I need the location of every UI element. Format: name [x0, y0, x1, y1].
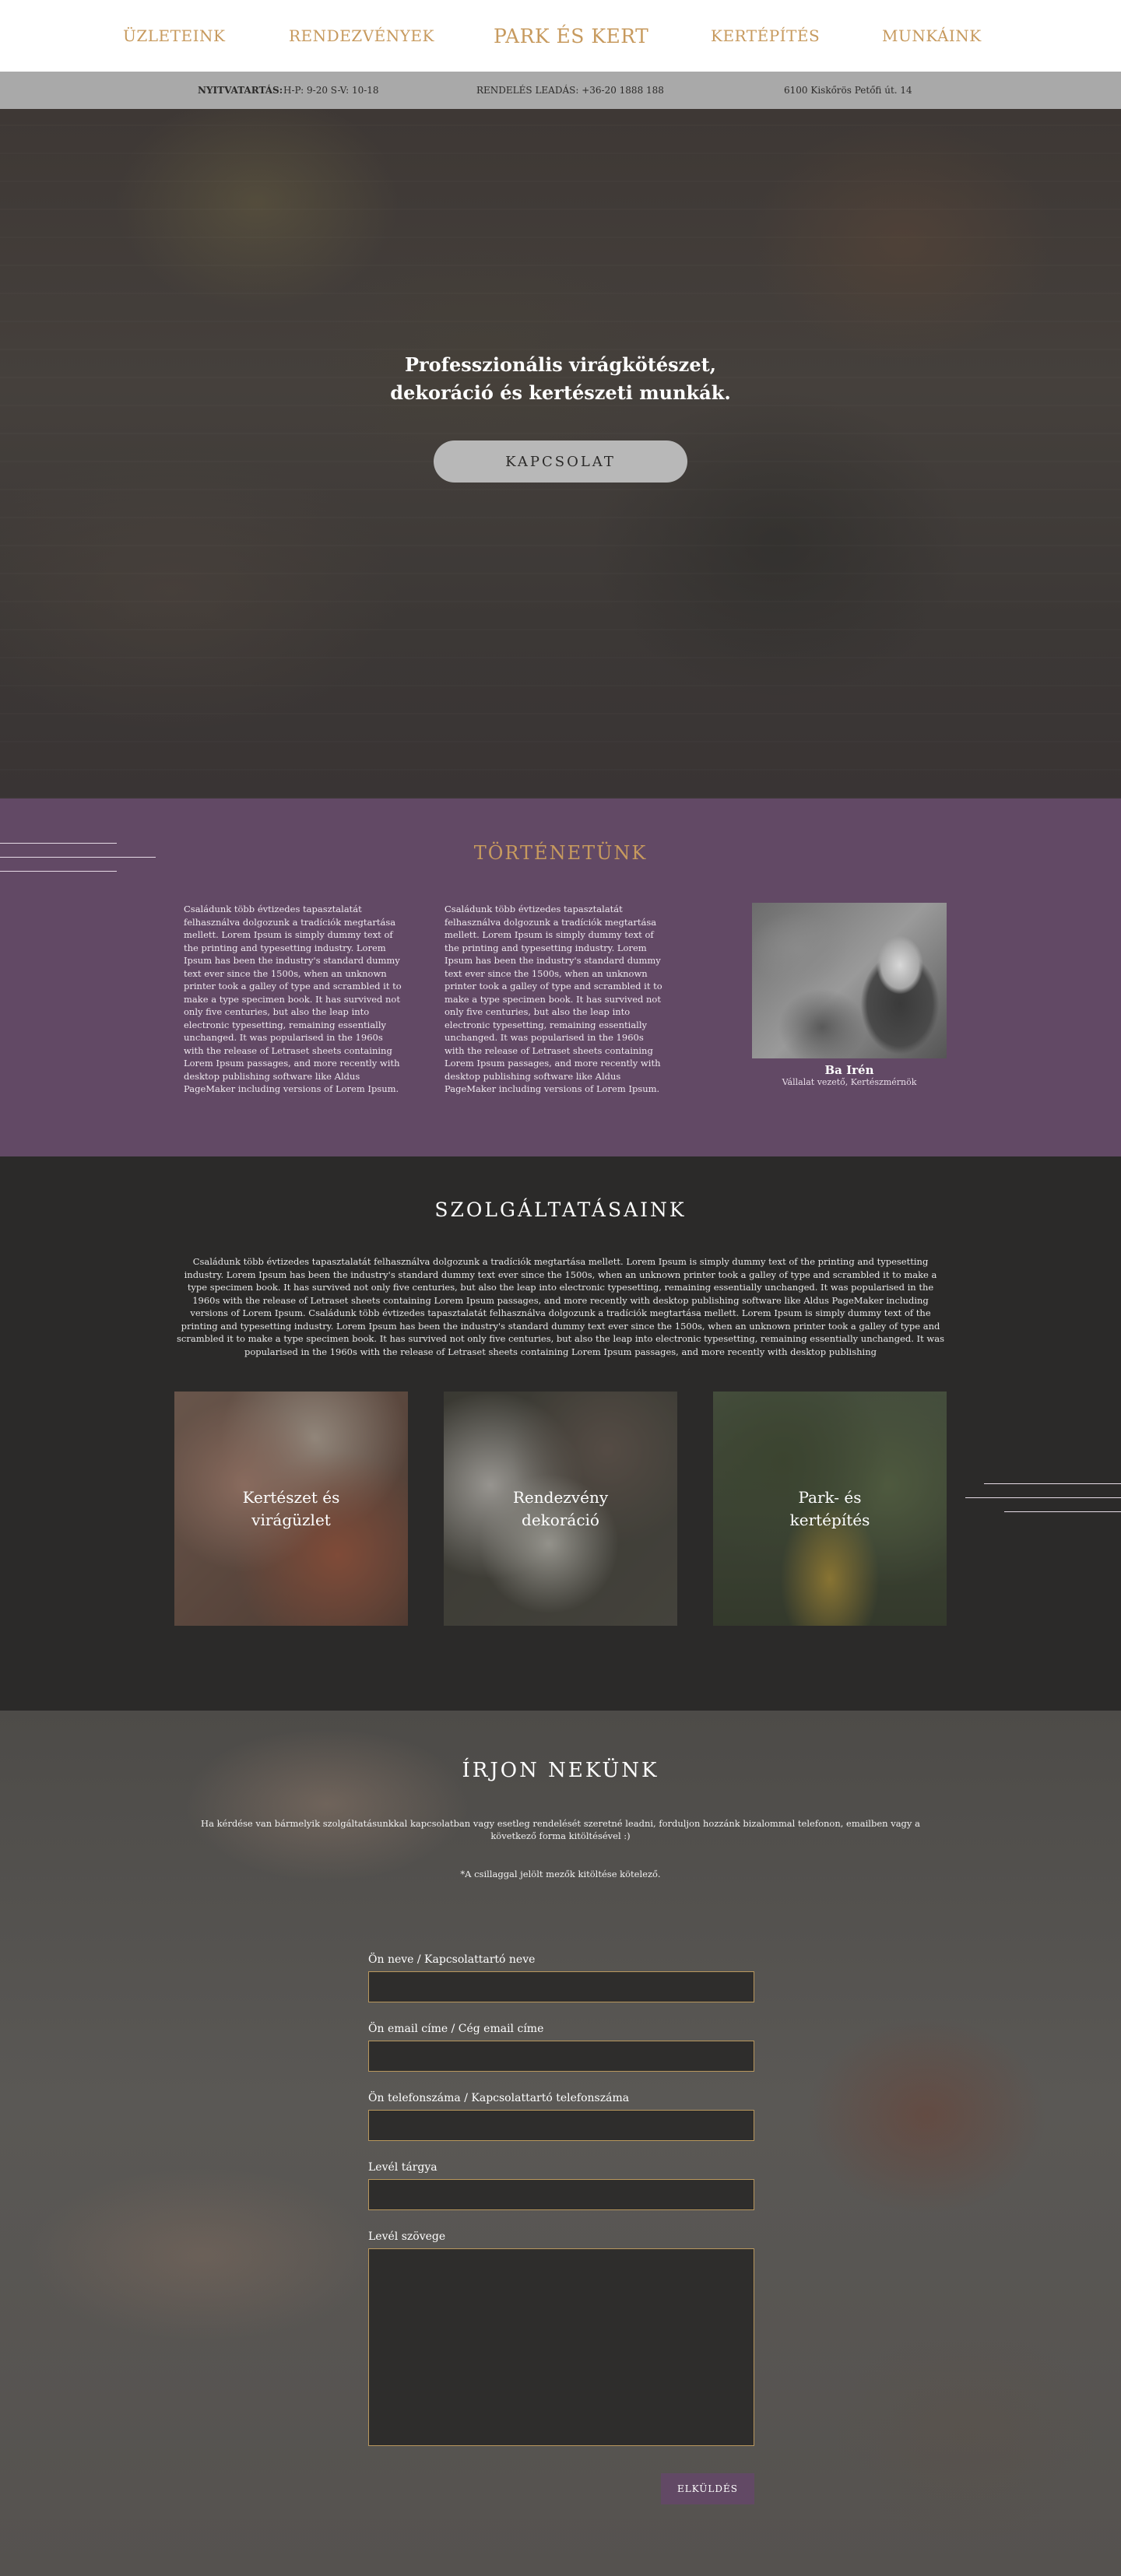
decorative-line: [984, 1483, 1121, 1484]
required-fields-note: *A csillaggal jelölt mezők kitöltése köt…: [460, 1869, 661, 1879]
card-label-line: Kertészet és: [242, 1487, 340, 1507]
card-label-line: Rendezvény: [512, 1487, 609, 1507]
phone-field[interactable]: [368, 2110, 754, 2141]
name-field[interactable]: [368, 1971, 754, 2002]
portrait-photo: [752, 903, 947, 1058]
nav-item-kertepites[interactable]: KERTÉPÍTÉS: [711, 26, 820, 45]
message-field-label: Levél szövege: [368, 2230, 446, 2243]
info-bar: NYITVATARTÁS: H-P: 9-20 S-V: 10-18 RENDE…: [0, 72, 1121, 109]
nav-item-munkaink[interactable]: MUNKÁINK: [882, 26, 982, 45]
story-section: TÖRTÉNETÜNK Családunk több évtizedes tap…: [0, 798, 1121, 1156]
person-name: Ba Irén: [824, 1063, 874, 1077]
card-label-line: dekoráció: [522, 1510, 599, 1529]
card-label-line: kertépítés: [789, 1510, 870, 1529]
service-card-label: Kertészet és virágüzlet: [243, 1486, 340, 1532]
story-text-column-2: Családunk több évtizedes tapasztalatát f…: [445, 904, 662, 1094]
services-section: SZOLGÁLTATÁSAINK Családunk több évtizede…: [0, 1156, 1121, 1711]
email-field-label: Ön email címe / Cég email címe: [368, 2023, 544, 2035]
contact-section: ÍRJON NEKÜNK Ha kérdése van bármelyik sz…: [0, 1711, 1121, 2576]
order-phone: RENDELÉS LEADÁS: +36-20 1888 188: [476, 85, 664, 96]
card-label-line: virágüzlet: [251, 1510, 331, 1529]
services-title: SZOLGÁLTATÁSAINK: [434, 1199, 687, 1221]
decorative-line: [965, 1497, 1121, 1498]
decorative-line: [0, 871, 117, 872]
opening-hours-label: NYITVATARTÁS:: [198, 85, 283, 96]
nav-item-rendezvenyek[interactable]: RENDEZVÉNYEK: [289, 26, 434, 45]
service-card-label: Rendezvény dekoráció: [513, 1486, 608, 1532]
service-card-garden-building[interactable]: Park- és kertépítés: [713, 1392, 947, 1626]
service-card-label: Park- és kertépítés: [790, 1486, 870, 1532]
subject-field-label: Levél tárgya: [368, 2161, 438, 2174]
subject-field[interactable]: [368, 2179, 754, 2210]
top-navigation: ÜZLETEINK RENDEZVÉNYEK PARK ÉS KERT KERT…: [0, 0, 1121, 72]
services-description: Családunk több évtizedes tapasztalatát f…: [177, 1256, 944, 1357]
contact-title: ÍRJON NEKÜNK: [462, 1759, 659, 1782]
nav-logo-park-es-kert[interactable]: PARK ÉS KERT: [494, 25, 648, 47]
story-text-column-1: Családunk több évtizedes tapasztalatát f…: [184, 904, 402, 1094]
nav-item-uzleteink[interactable]: ÜZLETEINK: [123, 26, 225, 45]
send-button[interactable]: ELKÜLDÉS: [661, 2473, 754, 2504]
phone-field-label: Ön telefonszáma / Kapcsolattartó telefon…: [368, 2092, 630, 2104]
service-card-florist[interactable]: Kertészet és virágüzlet: [174, 1392, 408, 1626]
address: 6100 Kiskőrös Petőfi út. 14: [784, 85, 912, 96]
decorative-line: [1004, 1511, 1121, 1512]
service-card-event-decoration[interactable]: Rendezvény dekoráció: [444, 1392, 677, 1626]
contact-button[interactable]: KAPCSOLAT: [434, 440, 687, 483]
hero-title-text: Professzionális virágkötészet, dekoráció…: [390, 353, 731, 404]
name-field-label: Ön neve / Kapcsolattartó neve: [368, 1953, 536, 1966]
hero-title: Professzionális virágkötészet, dekoráció…: [0, 351, 1121, 407]
hero-section: Professzionális virágkötészet, dekoráció…: [0, 109, 1121, 798]
contact-intro: Ha kérdése van bármelyik szolgáltatásunk…: [201, 1818, 920, 1841]
story-title: TÖRTÉNETÜNK: [473, 842, 648, 864]
person-role: Vállalat vezető, Kertészmérnök: [782, 1077, 917, 1087]
email-field[interactable]: [368, 2041, 754, 2072]
opening-hours-value: H-P: 9-20 S-V: 10-18: [283, 85, 379, 96]
card-label-line: Park- és: [798, 1487, 862, 1507]
message-field[interactable]: [368, 2248, 754, 2446]
